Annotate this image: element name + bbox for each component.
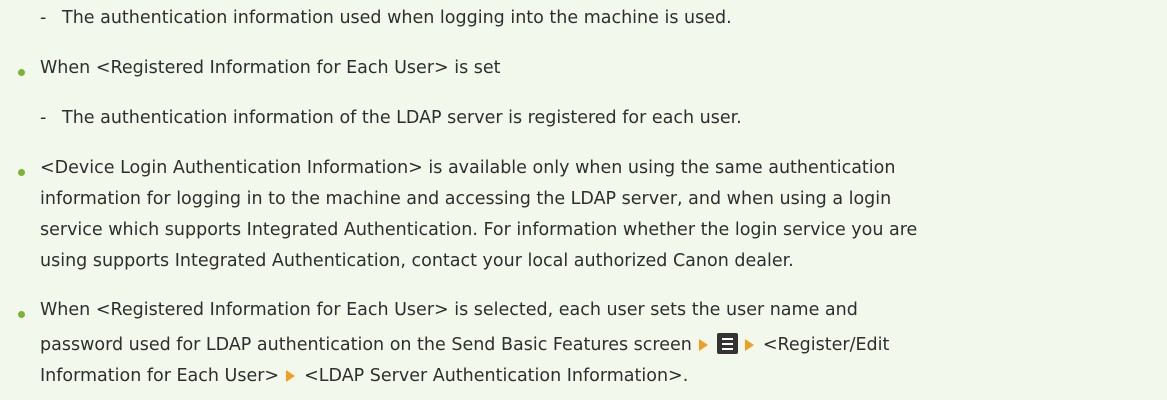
note-panel: - The authentication information used whe… [0, 0, 1167, 400]
bullet-line: When <Registered Information for Each Us… [18, 300, 858, 320]
arrow-right-icon [698, 339, 708, 351]
bullet-continuation: service which supports Integrated Authen… [40, 220, 918, 240]
bullet-dot [18, 311, 25, 318]
bullet-continuation: using supports Integrated Authentication… [40, 251, 794, 271]
path-text: password used for LDAP authentication on… [40, 335, 692, 355]
arrow-right-icon [286, 370, 296, 382]
bullet-text: When <Registered Information for Each Us… [40, 58, 501, 78]
path-text: <LDAP Server Authentication Information>… [304, 366, 689, 386]
bullet-dot [18, 69, 25, 76]
sub-item-text: The authentication information used when… [62, 8, 732, 28]
bullet-item-registered-info: When <Registered Information for Each Us… [18, 58, 501, 78]
bullet-line: <Device Login Authentication Information… [18, 158, 895, 178]
bullet-text: When <Registered Information for Each Us… [40, 300, 858, 320]
bullet-dot [18, 169, 25, 176]
arrow-right-icon [744, 339, 754, 351]
sub-item-device-login: - The authentication information used whe… [40, 8, 732, 28]
bullet-continuation: password used for LDAP authentication on… [40, 333, 889, 355]
menu-icon [716, 333, 738, 354]
bullet-continuation: Information for Each User> <LDAP Server A… [40, 366, 688, 386]
path-text: Information for Each User> [40, 366, 280, 386]
bullet-text: <Device Login Authentication Information… [40, 158, 896, 178]
sub-item-text: The authentication information of the LD… [62, 108, 742, 128]
path-text: <Register/Edit [762, 335, 890, 355]
sub-item-ldap-registered: - The authentication information of the L… [40, 108, 742, 128]
dash-marker: - [40, 8, 47, 28]
bullet-continuation: information for logging in to the machin… [40, 189, 892, 209]
dash-marker: - [40, 108, 47, 128]
